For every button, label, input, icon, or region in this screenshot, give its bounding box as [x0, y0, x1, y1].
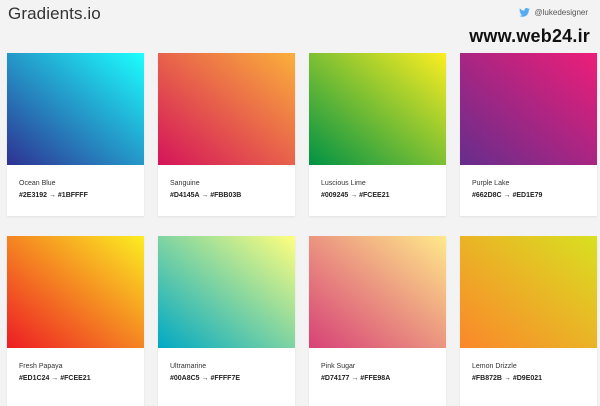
gradient-name: Fresh Papaya [19, 363, 63, 370]
gradient-card[interactable]: Purple Lake #662D8C → #ED1E79 [460, 53, 597, 216]
gradient-codes: #ED1C24 → #FCEE21 [19, 375, 91, 382]
gradient-swatch[interactable] [309, 53, 446, 165]
site-logo[interactable]: Gradients.io [8, 4, 101, 24]
gradient-swatch[interactable] [309, 236, 446, 348]
gradient-card[interactable]: Ocean Blue #2E3192 → #1BFFFF [7, 53, 144, 216]
gradient-swatch[interactable] [158, 236, 295, 348]
gradient-codes: #662D8C → #ED1E79 [472, 192, 543, 199]
gradient-swatch[interactable] [460, 236, 597, 348]
gradient-swatch[interactable] [158, 53, 295, 165]
gradient-name: Purple Lake [472, 180, 510, 187]
gradient-name: Ocean Blue [19, 180, 56, 187]
twitter-icon [518, 8, 530, 17]
gradient-card[interactable]: Sanguine #D4145A → #FBB03B [158, 53, 295, 216]
gradient-codes: #00A8C5 → #FFFF7E [170, 375, 241, 382]
gradient-codes: #D4145A → #FBB03B [170, 192, 242, 199]
gradient-name: Ultramarine [170, 363, 207, 370]
gradient-swatch[interactable] [7, 236, 144, 348]
gradient-name: Luscious Lime [321, 180, 366, 187]
gradient-name: Lemon Drizzle [472, 363, 517, 370]
gradient-codes: #009245 → #FCEE21 [321, 192, 390, 199]
gradient-card[interactable]: Pink Sugar #D74177 → #FFE98A [309, 236, 446, 406]
site-header: Gradients.io @lukedesigner www.web24.ir [0, 0, 600, 46]
gradient-codes: #FB872B → #D9E021 [472, 375, 543, 382]
gradient-card[interactable]: Ultramarine #00A8C5 → #FFFF7E [158, 236, 295, 406]
gradient-codes: #D74177 → #FFE98A [321, 375, 391, 382]
gradient-card[interactable]: Fresh Papaya #ED1C24 → #FCEE21 [7, 236, 144, 406]
gradient-name: Pink Sugar [321, 363, 356, 370]
gradient-card[interactable]: Luscious Lime #009245 → #FCEE21 [309, 53, 446, 216]
gradient-name: Sanguine [170, 180, 200, 187]
gradient-swatch[interactable] [460, 53, 597, 165]
gradient-swatch[interactable] [7, 53, 144, 165]
watermark-text: www.web24.ir [469, 26, 590, 46]
twitter-handle: @lukedesigner [534, 8, 588, 17]
twitter-link[interactable]: @lukedesigner [518, 8, 588, 17]
gradient-codes: #2E3192 → #1BFFFF [19, 192, 88, 199]
gradient-card[interactable]: Lemon Drizzle #FB872B → #D9E021 [460, 236, 597, 406]
